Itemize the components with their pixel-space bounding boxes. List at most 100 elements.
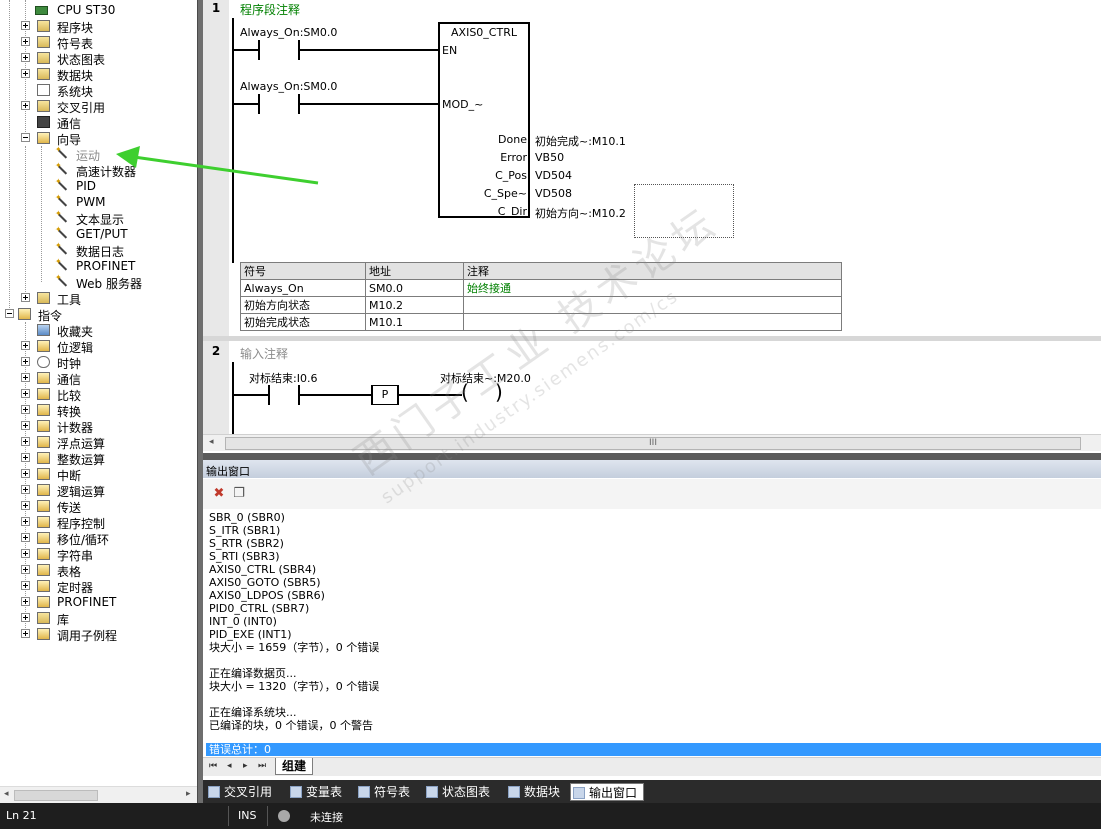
expand-icon[interactable] (21, 69, 30, 78)
tab-variable-table[interactable]: 变量表 (288, 783, 342, 801)
clear-output-icon[interactable]: ✖ (211, 486, 227, 502)
prev-tab-icon[interactable]: ◂ (227, 761, 232, 771)
next-tab-icon[interactable]: ▸ (243, 761, 248, 771)
network-comment[interactable]: 程序段注释 (240, 1, 300, 18)
coil-label[interactable]: 对标结束~:M20.0 (440, 370, 531, 386)
error-total-line[interactable]: 错误总计：0 (206, 743, 1101, 756)
cursor-box[interactable] (634, 184, 734, 238)
expand-icon[interactable] (21, 421, 30, 430)
tree-horizontal-scrollbar[interactable]: ◂ ▸ (0, 786, 197, 803)
expand-icon[interactable] (21, 293, 30, 302)
symbol-table-icon (358, 786, 370, 798)
log-line: PID_EXE (INT1) (209, 628, 292, 641)
first-tab-icon[interactable]: ⏮ (209, 761, 217, 771)
tab-status-chart[interactable]: 状态图表 (424, 783, 490, 801)
expand-icon[interactable] (21, 21, 30, 30)
operand-error[interactable]: VB50 (535, 151, 564, 164)
expand-icon[interactable] (21, 613, 30, 622)
instruction-group-icon (37, 468, 50, 480)
expand-icon[interactable] (21, 469, 30, 478)
operand-done[interactable]: 初始完成~:M10.1 (535, 133, 626, 149)
expand-icon[interactable] (21, 597, 30, 606)
output-toolbar: ✖ ❐ (203, 479, 1101, 509)
network-number: 2 (203, 344, 229, 358)
scroll-left-icon[interactable]: ◂ (209, 437, 214, 447)
wand-icon (55, 225, 68, 240)
pin-done: Done (498, 133, 527, 146)
cell-symbol: 初始方向状态 (240, 296, 366, 314)
editor-output-splitter[interactable] (203, 453, 1101, 460)
instruction-group-icon (37, 500, 50, 512)
scroll-left-icon[interactable]: ◂ (4, 789, 9, 799)
collapse-icon[interactable] (5, 309, 14, 318)
tab-cross-reference[interactable]: 交叉引用 (206, 783, 272, 801)
folder-icon (37, 68, 50, 80)
expand-icon[interactable] (21, 437, 30, 446)
folder-icon (37, 20, 50, 32)
cell-symbol: 初始完成状态 (240, 313, 366, 331)
log-line: 正在编译系统块... (209, 706, 297, 719)
wizard-folder-icon (37, 132, 50, 144)
positive-edge-box[interactable]: P (371, 385, 399, 405)
contact-label[interactable]: Always_On:SM0.0 (240, 80, 337, 93)
wire (234, 394, 268, 396)
scroll-right-icon[interactable]: ▸ (186, 789, 191, 799)
clock-icon (37, 356, 50, 368)
tab-symbol-table[interactable]: 符号表 (356, 783, 410, 801)
expand-icon[interactable] (21, 533, 30, 542)
instruction-group-icon (37, 452, 50, 464)
copy-output-icon[interactable]: ❐ (231, 486, 247, 502)
output-log[interactable]: SBR_0 (SBR0) S_ITR (SBR1) S_RTR (SBR2) S… (209, 511, 1089, 732)
project-tree: CPU ST30 程序块 符号表 状态图表 数据块 系统块 交叉引用 通信 向导 (0, 0, 197, 786)
expand-icon[interactable] (21, 517, 30, 526)
instruction-group-icon (37, 420, 50, 432)
editor-horizontal-scrollbar[interactable]: ◂ III (203, 434, 1101, 451)
expand-icon[interactable] (21, 37, 30, 46)
expand-icon[interactable] (21, 549, 30, 558)
expand-icon[interactable] (21, 405, 30, 414)
status-divider (228, 806, 229, 826)
instruction-group-icon (37, 340, 50, 352)
pin-c-pos: C_Pos (495, 169, 527, 182)
expand-icon[interactable] (21, 53, 30, 62)
expand-icon[interactable] (21, 373, 30, 382)
expand-icon[interactable] (21, 485, 30, 494)
wand-icon (55, 145, 68, 160)
instruction-group-icon (37, 532, 50, 544)
coil-right-icon[interactable]: ) (495, 382, 503, 402)
operand-c-speed[interactable]: VD508 (535, 187, 572, 200)
expand-icon[interactable] (21, 501, 30, 510)
contact-label[interactable]: Always_On:SM0.0 (240, 26, 337, 39)
cross-reference-icon (208, 786, 220, 798)
expand-icon[interactable] (21, 565, 30, 574)
expand-icon[interactable] (21, 341, 30, 350)
expand-icon[interactable] (21, 581, 30, 590)
expand-icon[interactable] (21, 453, 30, 462)
collapse-icon[interactable] (21, 133, 30, 142)
tab-output-window[interactable]: 输出窗口 (570, 783, 645, 801)
instruction-group-icon (37, 548, 50, 560)
wire (234, 103, 258, 105)
tab-data-block[interactable]: 数据块 (506, 783, 560, 801)
expand-icon[interactable] (21, 357, 30, 366)
contact-left-bar[interactable] (268, 385, 270, 405)
expand-icon[interactable] (21, 629, 30, 638)
folder-icon (37, 292, 50, 304)
last-tab-icon[interactable]: ⏭ (258, 761, 266, 771)
folder-icon (37, 36, 50, 48)
scrollbar-thumb[interactable]: III (225, 437, 1081, 450)
network-comment[interactable]: 输入注释 (240, 345, 288, 362)
tab-build[interactable]: 组建 (275, 758, 314, 775)
coil-left-icon[interactable]: ( (461, 382, 469, 402)
contact-left-bar[interactable] (258, 94, 260, 114)
ladder-editor[interactable]: 1 程序段注释 Always_On:SM0.0 Always_On:SM0.0 … (203, 0, 1101, 453)
scrollbar-thumb[interactable] (14, 790, 98, 801)
expand-icon[interactable] (21, 389, 30, 398)
operand-c-pos[interactable]: VD504 (535, 169, 572, 182)
library-icon (37, 612, 50, 624)
contact-left-bar[interactable] (258, 40, 260, 60)
cell-address: SM0.0 (365, 279, 464, 297)
operand-c-dir[interactable]: 初始方向~:M10.2 (535, 205, 626, 221)
contact-label[interactable]: 对标结束:I0.6 (249, 370, 317, 386)
expand-icon[interactable] (21, 101, 30, 110)
